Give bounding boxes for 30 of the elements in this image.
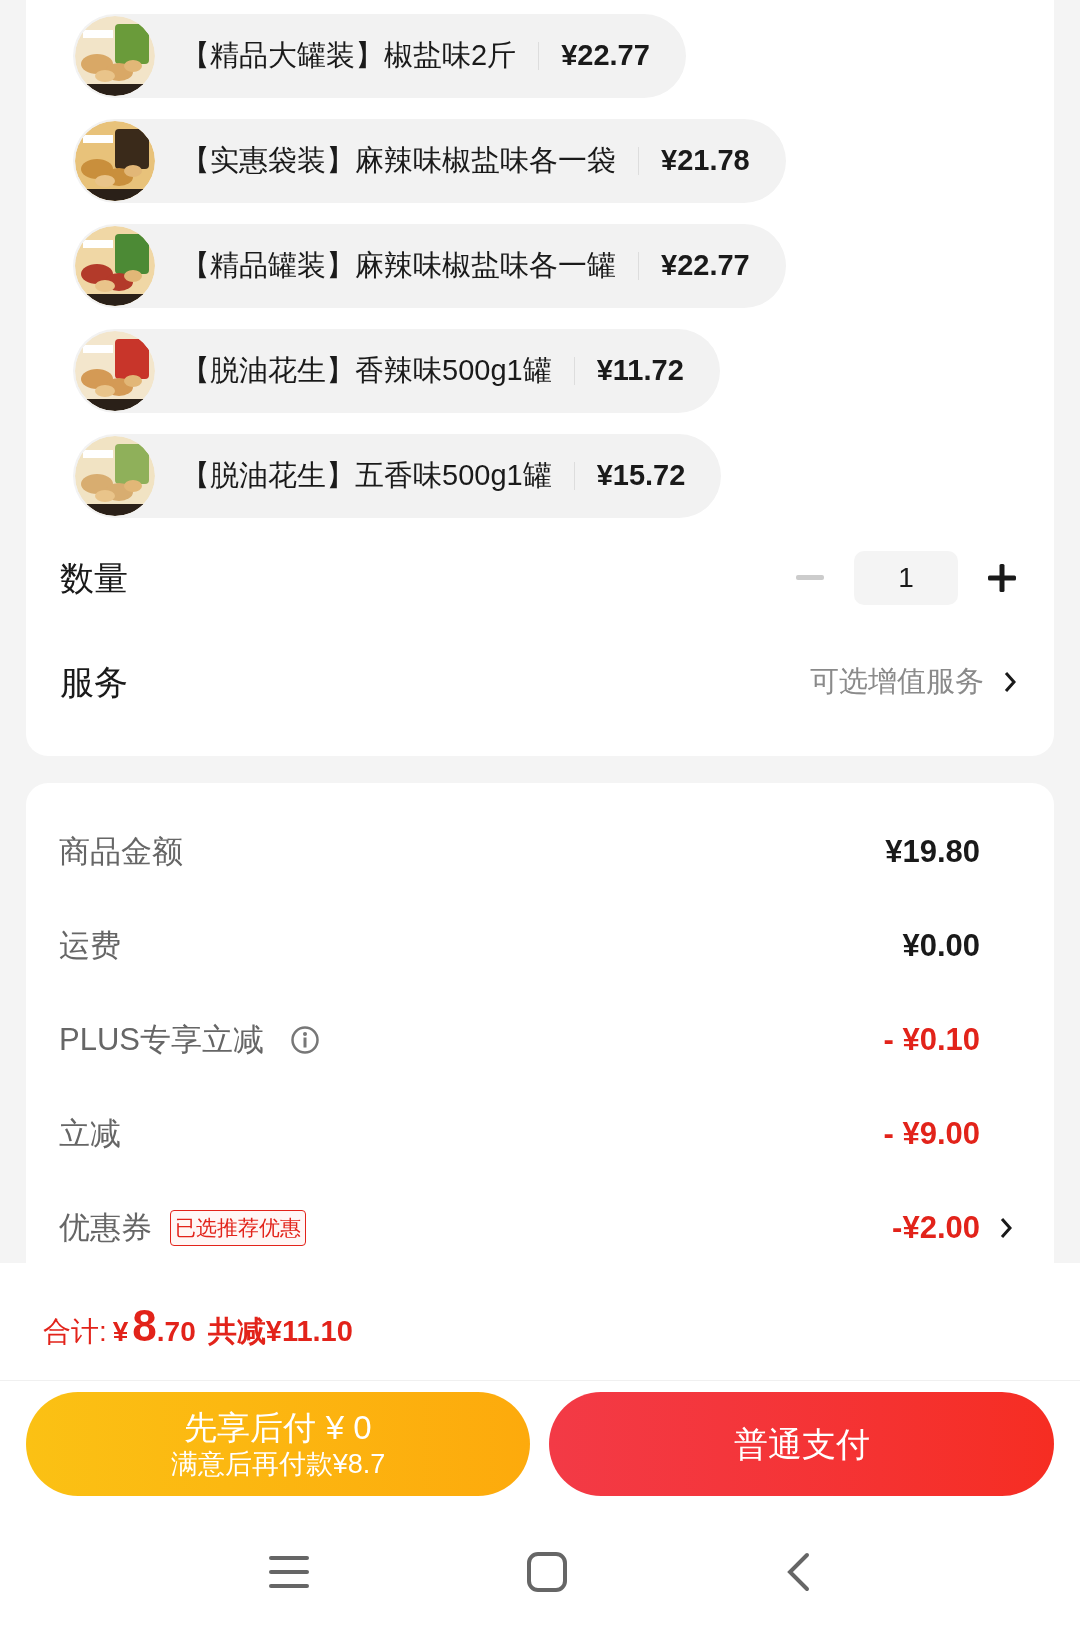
summary-label: PLUS专享立减 — [59, 1020, 264, 1059]
chevron-right-icon[interactable] — [1000, 1217, 1012, 1239]
summary-value: -¥2.00 — [892, 1208, 980, 1247]
home-icon[interactable] — [527, 1552, 567, 1592]
total-amount: ¥8.70 — [112, 1299, 196, 1352]
variant-option[interactable]: 【脱油花生】五香味500g1罐 ¥15.72 — [73, 434, 722, 518]
variant-option[interactable]: 【实惠袋装】麻辣味椒盐味各一袋 ¥21.78 — [73, 119, 786, 203]
quantity-field[interactable]: 1 — [854, 551, 958, 605]
coupon-tag: 已选推荐优惠 — [170, 1210, 306, 1246]
summary-label: 立减 — [59, 1114, 121, 1153]
total-saving: 共减¥11.10 — [207, 1313, 353, 1349]
variant-option[interactable]: 【精品罐装】麻辣味椒盐味各一罐 ¥22.77 — [73, 224, 786, 308]
total-label: 合计: — [43, 1314, 107, 1349]
info-icon[interactable] — [290, 1025, 320, 1055]
quantity-label: 数量 — [60, 557, 128, 599]
summary-label: 商品金额 — [59, 832, 183, 871]
pay-button[interactable]: 普通支付 — [549, 1392, 1054, 1496]
summary-value: - ¥0.10 — [883, 1020, 980, 1059]
summary-label: 运费 — [59, 926, 121, 965]
back-icon[interactable] — [785, 1552, 811, 1592]
variant-option[interactable]: 【精品大罐装】椒盐味2斤 ¥22.77 — [73, 14, 686, 98]
menu-icon[interactable] — [269, 1555, 309, 1589]
summary-value: - ¥9.00 — [883, 1114, 980, 1153]
chevron-right-icon[interactable] — [1004, 671, 1016, 693]
variant-option[interactable]: 【脱油花生】香辣味500g1罐 ¥11.72 — [73, 329, 720, 413]
summary-value: ¥0.00 — [902, 926, 980, 965]
plus-icon[interactable] — [988, 564, 1016, 592]
summary-value: ¥19.80 — [885, 832, 980, 871]
service-label: 服务 — [60, 661, 128, 703]
summary-label: 优惠券 — [59, 1208, 152, 1247]
